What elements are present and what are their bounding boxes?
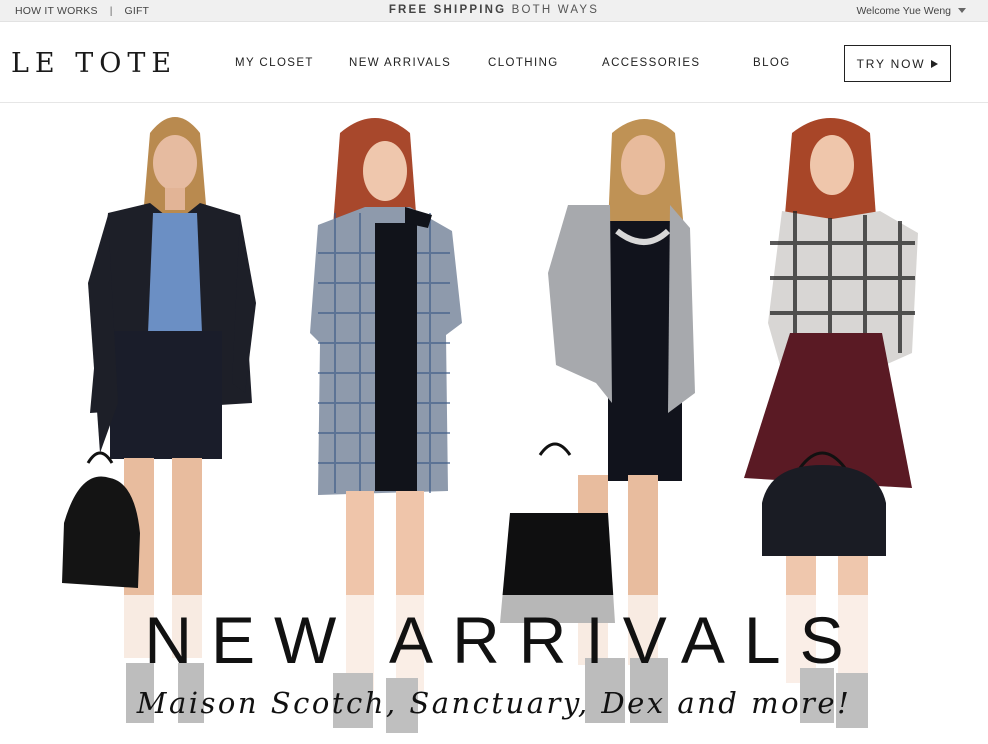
- caret-down-icon[interactable]: [958, 8, 966, 13]
- nav-my-closet[interactable]: MY CLOSET: [235, 57, 314, 69]
- hero-subtitle: Maison Scotch, Sanctuary, Dex and more!: [136, 686, 852, 720]
- account-menu[interactable]: Welcome Yue Weng: [856, 5, 951, 17]
- logo[interactable]: LE TOTE: [11, 48, 177, 79]
- shipping-promo: FREE SHIPPING BOTH WAYS: [0, 4, 988, 16]
- try-now-button[interactable]: TRY NOW: [844, 45, 951, 82]
- hero-banner[interactable]: NEW ARRIVALS Maison Scotch, Sanctuary, D…: [0, 103, 988, 744]
- hero-title: NEW ARRIVALS: [144, 603, 863, 677]
- shipping-promo-bold: FREE SHIPPING: [388, 4, 507, 16]
- nav-blog[interactable]: BLOG: [753, 57, 791, 69]
- nav-new-arrivals[interactable]: NEW ARRIVALS: [349, 57, 451, 69]
- nav-clothing[interactable]: CLOTHING: [488, 57, 559, 69]
- shipping-promo-rest: BOTH WAYS: [511, 4, 600, 16]
- try-now-label: TRY NOW: [856, 56, 926, 71]
- play-triangle-icon: [931, 59, 939, 68]
- nav-accessories[interactable]: ACCESSORIES: [602, 57, 700, 69]
- utility-bar: HOW IT WORKS | GIFT FREE SHIPPING BOTH W…: [0, 0, 988, 22]
- main-header: LE TOTE MY CLOSET NEW ARRIVALS CLOTHING …: [0, 22, 988, 103]
